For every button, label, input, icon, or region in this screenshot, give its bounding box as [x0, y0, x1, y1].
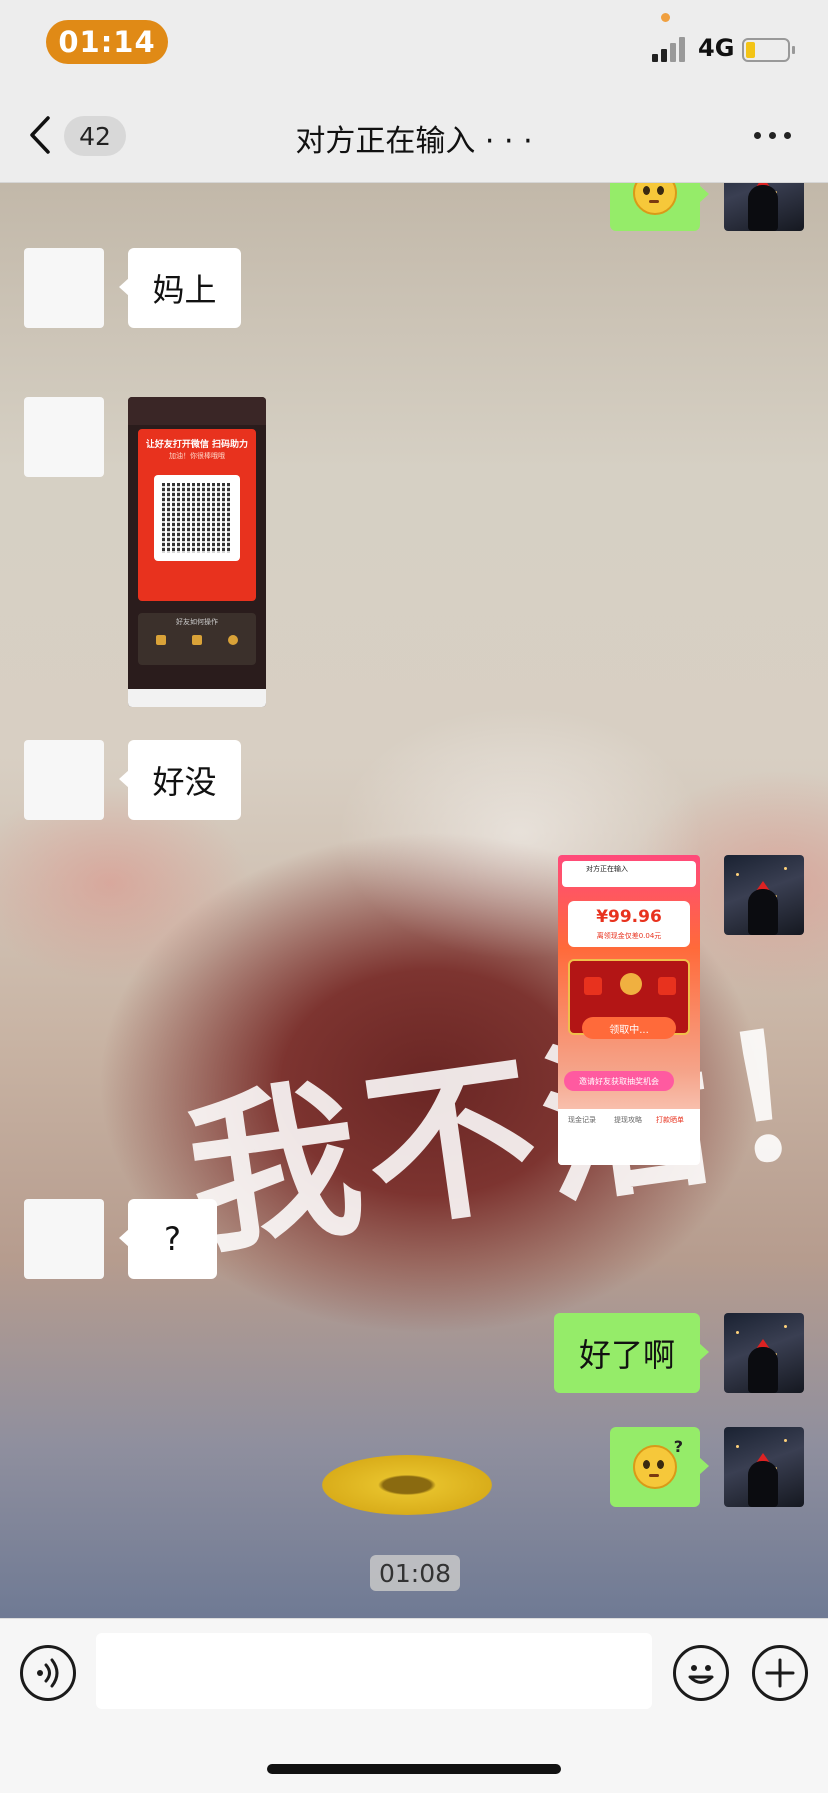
home-indicator[interactable] — [267, 1764, 561, 1774]
more-dots-icon — [754, 132, 761, 139]
qr-card-subtitle: 加油！你很棒哦哦 — [169, 452, 225, 460]
contact-avatar[interactable] — [24, 397, 104, 477]
plus-icon — [765, 1658, 795, 1688]
network-type: 4G — [698, 34, 735, 62]
qr-share-card: 让好友打开微信 扫码助力 加油！你很棒哦哦 — [138, 429, 256, 601]
image-message[interactable]: 对方正在输入 ¥99.96 离领现金仅差0.04元 领取中... 邀请好友获取抽… — [558, 855, 700, 1165]
voice-input-button[interactable] — [20, 1645, 76, 1701]
cash-note: 离领现金仅差0.04元 — [596, 932, 662, 940]
thinking-face-emoji-icon: ? — [633, 1437, 683, 1489]
battery-icon — [742, 38, 795, 62]
qr-card-title: 让好友打开微信 扫码助力 — [145, 440, 249, 450]
signal-icon — [652, 36, 690, 62]
message-bubble-incoming[interactable]: 好没 — [119, 740, 241, 820]
smiley-icon — [688, 1665, 714, 1684]
qr-footer-label: 好友如何操作 — [176, 618, 218, 626]
message-bubble-incoming[interactable]: ? — [119, 1199, 217, 1279]
chat-message-list[interactable]: 我不活！ ? 妈上 让好友打开微信 扫码助力 加油！你很棒哦哦 好友如何操作 — [0, 183, 828, 1618]
screenshot-tab: 现金记录 — [568, 1116, 596, 1124]
thinking-face-emoji-icon: ? — [633, 183, 677, 215]
message-bubble-outgoing[interactable]: ? — [610, 183, 709, 231]
more-functions-button[interactable] — [752, 1645, 808, 1701]
my-avatar[interactable] — [724, 855, 804, 935]
contact-avatar[interactable] — [24, 1199, 104, 1279]
status-bar: 01:14 4G — [0, 0, 828, 90]
contact-avatar[interactable] — [24, 740, 104, 820]
message-bubble-outgoing[interactable]: ? — [610, 1427, 709, 1507]
message-input[interactable] — [96, 1633, 652, 1709]
voice-icon — [37, 1658, 59, 1688]
screenshot-tab: 打款晒单 — [656, 1116, 684, 1124]
message-timestamp: 01:08 — [370, 1555, 460, 1591]
screenshot-chat-header: 对方正在输入 — [562, 861, 696, 887]
chat-title: 对方正在输入 · · · — [295, 124, 533, 159]
background-decoration — [322, 1455, 492, 1515]
qr-code — [154, 475, 240, 561]
screenshot-tab: 提现攻略 — [614, 1116, 642, 1124]
my-avatar[interactable] — [724, 183, 804, 231]
emoji-button[interactable] — [673, 1645, 729, 1701]
background-caption: 我不活！ — [176, 984, 828, 1280]
my-avatar[interactable] — [724, 1427, 804, 1507]
image-message[interactable]: 让好友打开微信 扫码助力 加油！你很棒哦哦 好友如何操作 — [128, 397, 266, 707]
status-time: 01:14 — [46, 20, 168, 64]
claiming-button: 领取中... — [582, 1017, 676, 1039]
recording-dot — [661, 13, 670, 22]
chat-header: 42 对方正在输入 · · · — [0, 90, 828, 183]
message-bubble-incoming[interactable]: 妈上 — [119, 248, 241, 328]
my-avatar[interactable] — [724, 1313, 804, 1393]
message-bubble-outgoing[interactable]: 好了啊 — [554, 1313, 709, 1393]
contact-avatar[interactable] — [24, 248, 104, 328]
cash-amount: ¥99.96 — [596, 907, 662, 927]
invite-button: 邀请好友获取抽奖机会 — [564, 1071, 674, 1091]
more-options-button[interactable] — [752, 128, 794, 144]
